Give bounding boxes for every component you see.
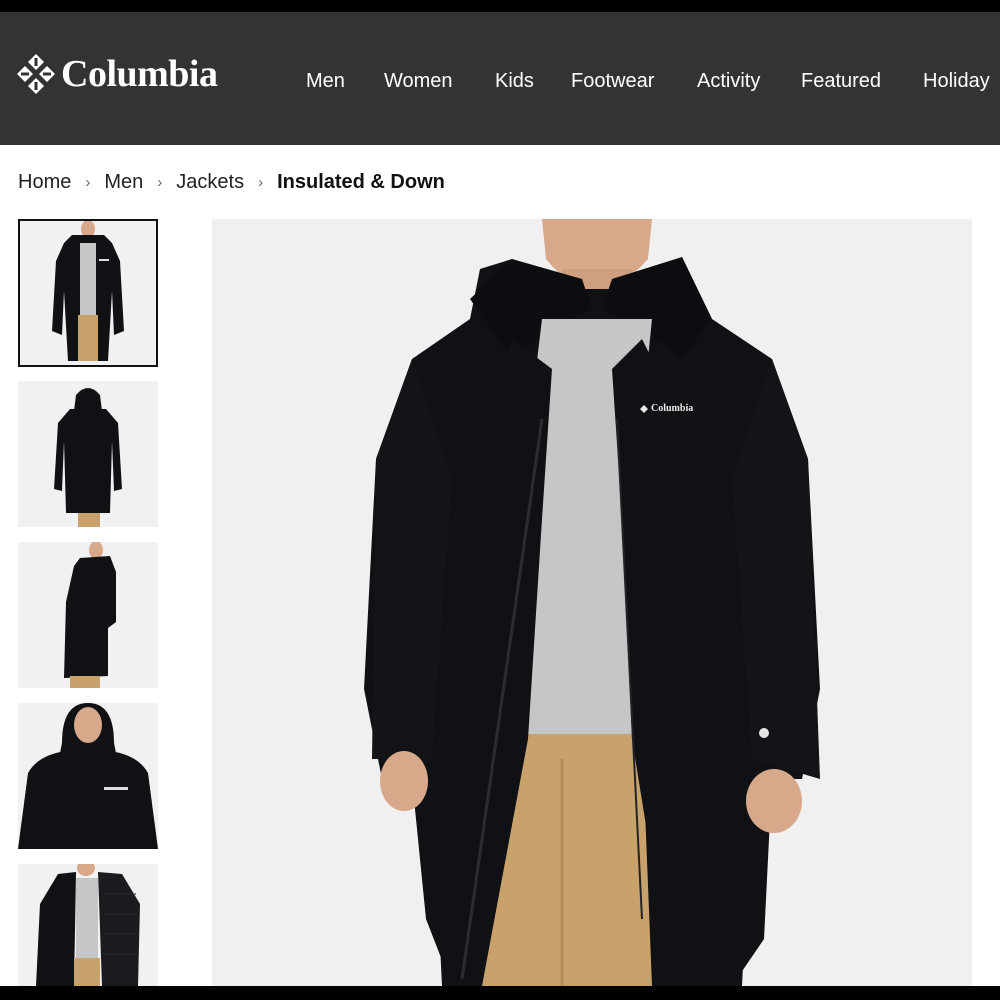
main-product-image[interactable]: Columbia xyxy=(212,219,972,986)
product-thumbnail-image xyxy=(18,864,158,986)
nav-item-featured[interactable]: Featured xyxy=(801,66,881,96)
site-header: Columbia Men Women Kids Footwear Activit… xyxy=(0,12,1000,145)
product-thumbnail-image xyxy=(20,221,156,365)
product-thumbnail-image xyxy=(18,703,158,849)
nav-item-activity[interactable]: Activity xyxy=(697,66,760,96)
thumbnail-front-open[interactable] xyxy=(18,219,158,367)
thumbnail-inside-lining[interactable] xyxy=(18,864,158,986)
nav-item-men[interactable]: Men xyxy=(306,66,345,96)
breadcrumb: Home › Men › Jackets › Insulated & Down xyxy=(18,168,445,196)
breadcrumb-current: Insulated & Down xyxy=(277,170,445,193)
breadcrumb-separator: › xyxy=(157,173,163,191)
breadcrumb-separator: › xyxy=(258,173,264,191)
main-nav: Men Women Kids Footwear Activity Feature… xyxy=(0,66,1000,96)
nav-item-kids[interactable]: Kids xyxy=(495,66,534,96)
product-thumbnail-image xyxy=(18,542,158,688)
product-photo xyxy=(212,219,972,986)
chest-logo-text: Columbia xyxy=(651,403,694,414)
thumbnail-hood-closeup[interactable] xyxy=(18,703,158,849)
breadcrumb-home[interactable]: Home xyxy=(18,171,71,194)
breadcrumb-men[interactable]: Men xyxy=(104,171,143,194)
screen-bottom-edge xyxy=(0,986,1000,1000)
thumbnail-side[interactable] xyxy=(18,542,158,688)
thumbnail-back-hood[interactable] xyxy=(18,381,158,527)
nav-item-footwear[interactable]: Footwear xyxy=(571,66,654,96)
breadcrumb-jackets[interactable]: Jackets xyxy=(176,171,244,194)
nav-item-women[interactable]: Women xyxy=(384,66,453,96)
screen-top-edge xyxy=(0,0,1000,12)
nav-item-holiday[interactable]: Holiday xyxy=(923,66,990,96)
product-thumbnail-image xyxy=(18,381,158,527)
breadcrumb-separator: › xyxy=(85,173,91,191)
